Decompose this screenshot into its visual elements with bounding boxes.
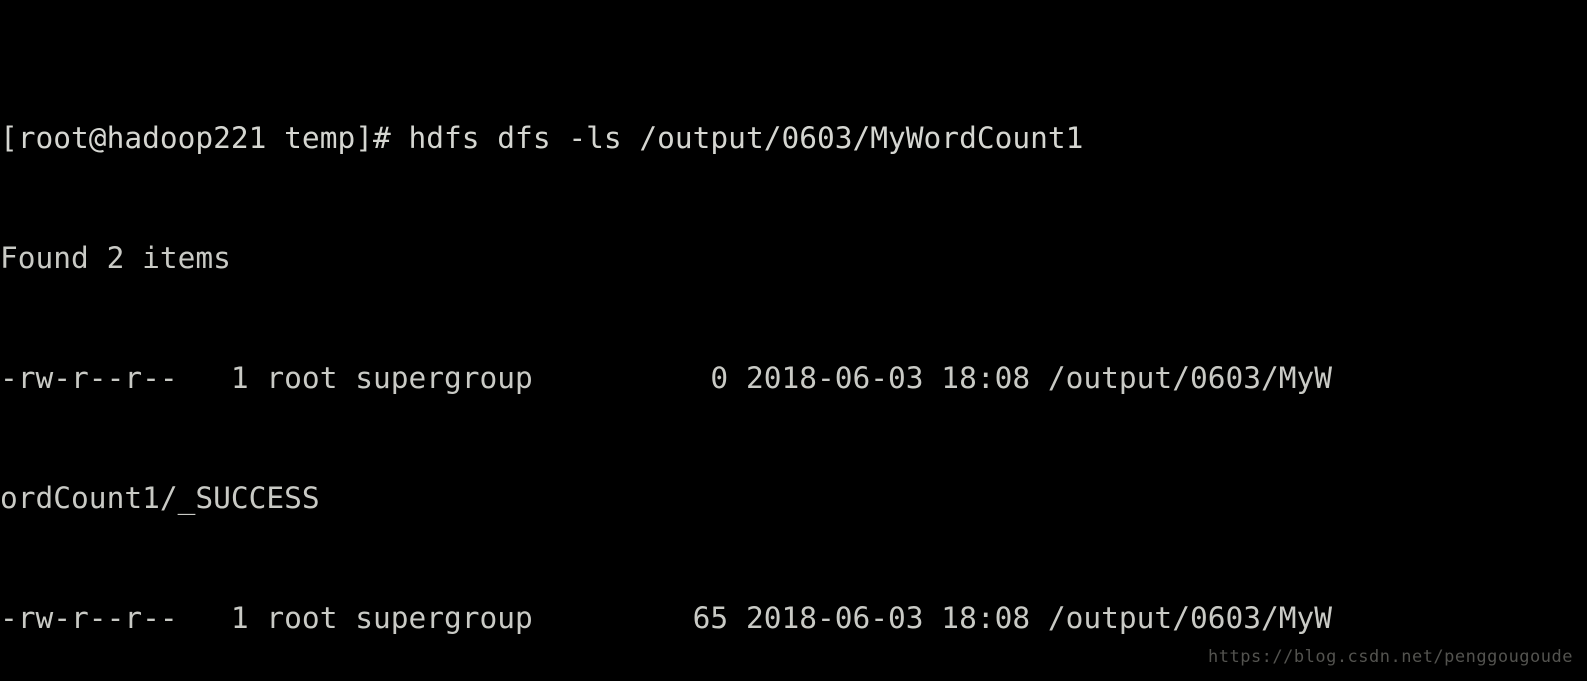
terminal-line-file-success-2: ordCount1/_SUCCESS bbox=[0, 481, 320, 515]
terminal-line-command-ls: [root@hadoop221 temp]# hdfs dfs -ls /out… bbox=[0, 121, 1084, 155]
terminal-line-found-items: Found 2 items bbox=[0, 241, 231, 275]
terminal-line-file-part-1: -rw-r--r-- 1 root supergroup 65 2018-06-… bbox=[0, 601, 1333, 635]
terminal-output-area[interactable]: [root@hadoop221 temp]# hdfs dfs -ls /out… bbox=[0, 0, 1587, 681]
watermark-text: https://blog.csdn.net/penggougoude bbox=[1208, 647, 1573, 667]
terminal-window[interactable]: [root@hadoop221 temp]# hdfs dfs -ls /out… bbox=[0, 0, 1587, 681]
terminal-line-file-success-1: -rw-r--r-- 1 root supergroup 0 2018-06-0… bbox=[0, 361, 1333, 395]
